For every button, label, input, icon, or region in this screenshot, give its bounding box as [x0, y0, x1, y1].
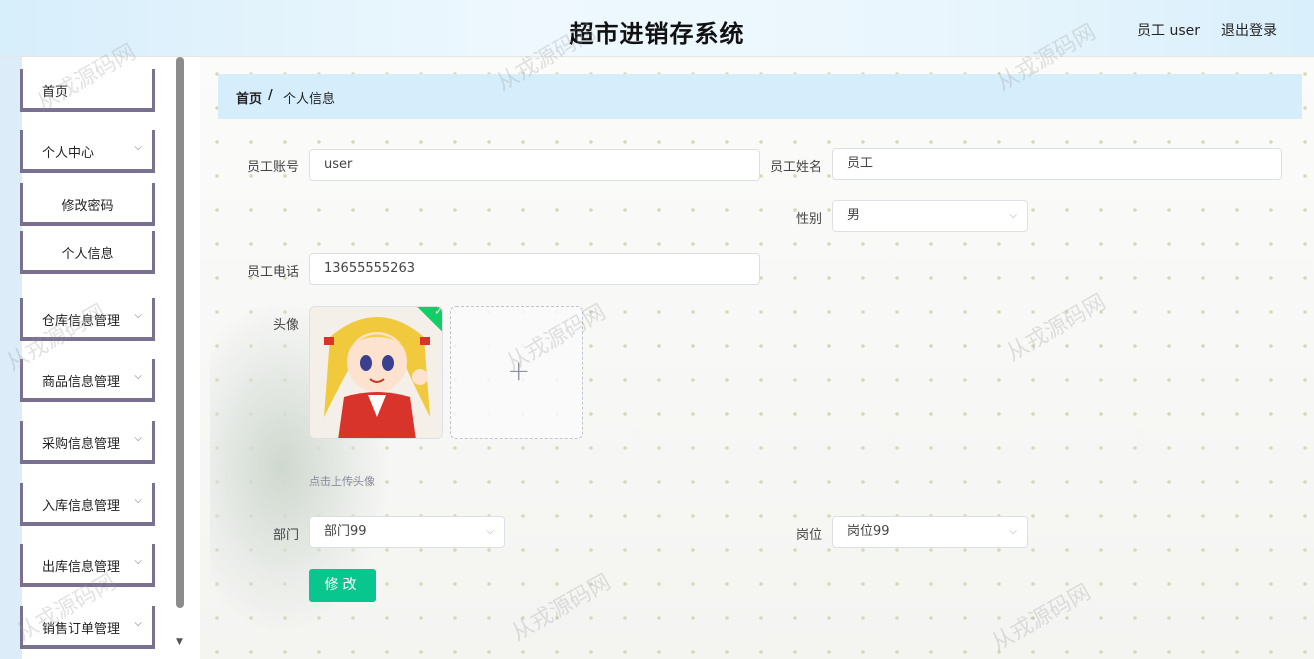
gender-label: 性别 [795, 212, 822, 227]
chevron-down-icon: ⌵ [134, 142, 142, 153]
submit-button[interactable]: 修改 [309, 569, 376, 602]
chevron-down-icon: ⌵ [134, 618, 142, 629]
dept-label: 部门 [272, 528, 299, 543]
sidebar-scrollbar[interactable]: ▼ [176, 57, 186, 647]
sidebar-item-stock-in[interactable]: 入库信息管理 ⌵ [20, 483, 155, 526]
app-title: 超市进销存系统 [569, 20, 745, 48]
sidebar-item-label: 个人信息 [61, 247, 114, 262]
sidebar-item-goods[interactable]: 商品信息管理 ⌵ [20, 359, 155, 402]
avatar-label: 头像 [272, 318, 299, 333]
sidebar-item-label: 出库信息管理 [42, 560, 121, 575]
account-label: 员工账号 [246, 160, 299, 175]
position-select[interactable]: 岗位99 ⌵ [832, 516, 1028, 548]
name-input[interactable]: 员工 [832, 148, 1282, 180]
phone-label: 员工电话 [246, 265, 299, 280]
sidebar-item-purchase[interactable]: 采购信息管理 ⌵ [20, 421, 155, 464]
sidebar-item-personal-info[interactable]: 个人信息 [20, 231, 155, 274]
position-value: 岗位99 [847, 524, 890, 539]
avatar-image[interactable]: ✓ [309, 306, 443, 439]
account-input[interactable]: user [309, 149, 760, 181]
sidebar-item-label: 入库信息管理 [42, 499, 121, 514]
scrollbar-thumb[interactable] [176, 57, 184, 608]
chevron-down-icon: ⌵ [134, 556, 142, 567]
name-label: 员工姓名 [769, 160, 822, 175]
breadcrumb-separator: / [268, 88, 273, 103]
avatar-upload-box[interactable]: + [450, 306, 583, 439]
chevron-down-icon: ⌵ [1009, 526, 1017, 537]
sidebar-item-change-password[interactable]: 修改密码 [20, 183, 155, 226]
logout-link[interactable]: 退出登录 [1221, 20, 1277, 40]
chevron-down-icon: ⌵ [134, 371, 142, 382]
sidebar-item-sales-order[interactable]: 销售订单管理 ⌵ [20, 606, 155, 649]
scroll-down-arrow-icon[interactable]: ▼ [176, 637, 183, 647]
breadcrumb-home[interactable]: 首页 [236, 88, 262, 107]
chevron-down-icon: ⌵ [134, 495, 142, 506]
chevron-down-icon: ⌵ [1009, 210, 1017, 221]
chevron-down-icon: ⌵ [486, 526, 494, 537]
dept-select[interactable]: 部门99 ⌵ [309, 516, 505, 548]
top-header: 超市进销存系统 员工 user 退出登录 [0, 0, 1314, 57]
sidebar: 首页 个人中心 ⌵ 修改密码 个人信息 仓库信息管理 ⌵ 商品信息管理 ⌵ 采购… [0, 57, 200, 659]
sidebar-item-personal-center[interactable]: 个人中心 ⌵ [20, 130, 155, 173]
gender-value: 男 [847, 208, 861, 223]
anime-avatar-picture [310, 307, 442, 438]
sidebar-item-label: 采购信息管理 [42, 437, 121, 452]
current-user: 员工 user [1137, 23, 1200, 39]
plus-icon: + [507, 354, 531, 387]
check-icon: ✓ [434, 306, 443, 318]
sidebar-item-label: 销售订单管理 [42, 622, 121, 637]
sidebar-item-home[interactable]: 首页 [20, 69, 155, 112]
chevron-down-icon: ⌵ [134, 310, 142, 321]
sidebar-item-stock-out[interactable]: 出库信息管理 ⌵ [20, 544, 155, 587]
main-content: 首页 / 个人信息 员工账号 user 员工姓名 员工 性别 男 ⌵ 员工电话 … [200, 57, 1314, 659]
breadcrumb: 首页 / 个人信息 [218, 74, 1302, 119]
sidebar-item-label: 商品信息管理 [42, 375, 121, 390]
phone-input[interactable]: 13655555263 [309, 253, 760, 285]
upload-tip: 点击上传头像 [309, 475, 375, 488]
sidebar-item-label: 修改密码 [61, 199, 114, 214]
sidebar-item-warehouse[interactable]: 仓库信息管理 ⌵ [20, 298, 155, 341]
sidebar-item-label: 仓库信息管理 [42, 314, 121, 329]
dept-value: 部门99 [324, 524, 367, 539]
position-label: 岗位 [795, 528, 822, 543]
gender-select[interactable]: 男 ⌵ [832, 200, 1028, 232]
chevron-down-icon: ⌵ [134, 433, 142, 444]
sidebar-item-label: 首页 [42, 85, 69, 100]
sidebar-item-label: 个人中心 [42, 146, 95, 161]
breadcrumb-current: 个人信息 [283, 92, 336, 107]
